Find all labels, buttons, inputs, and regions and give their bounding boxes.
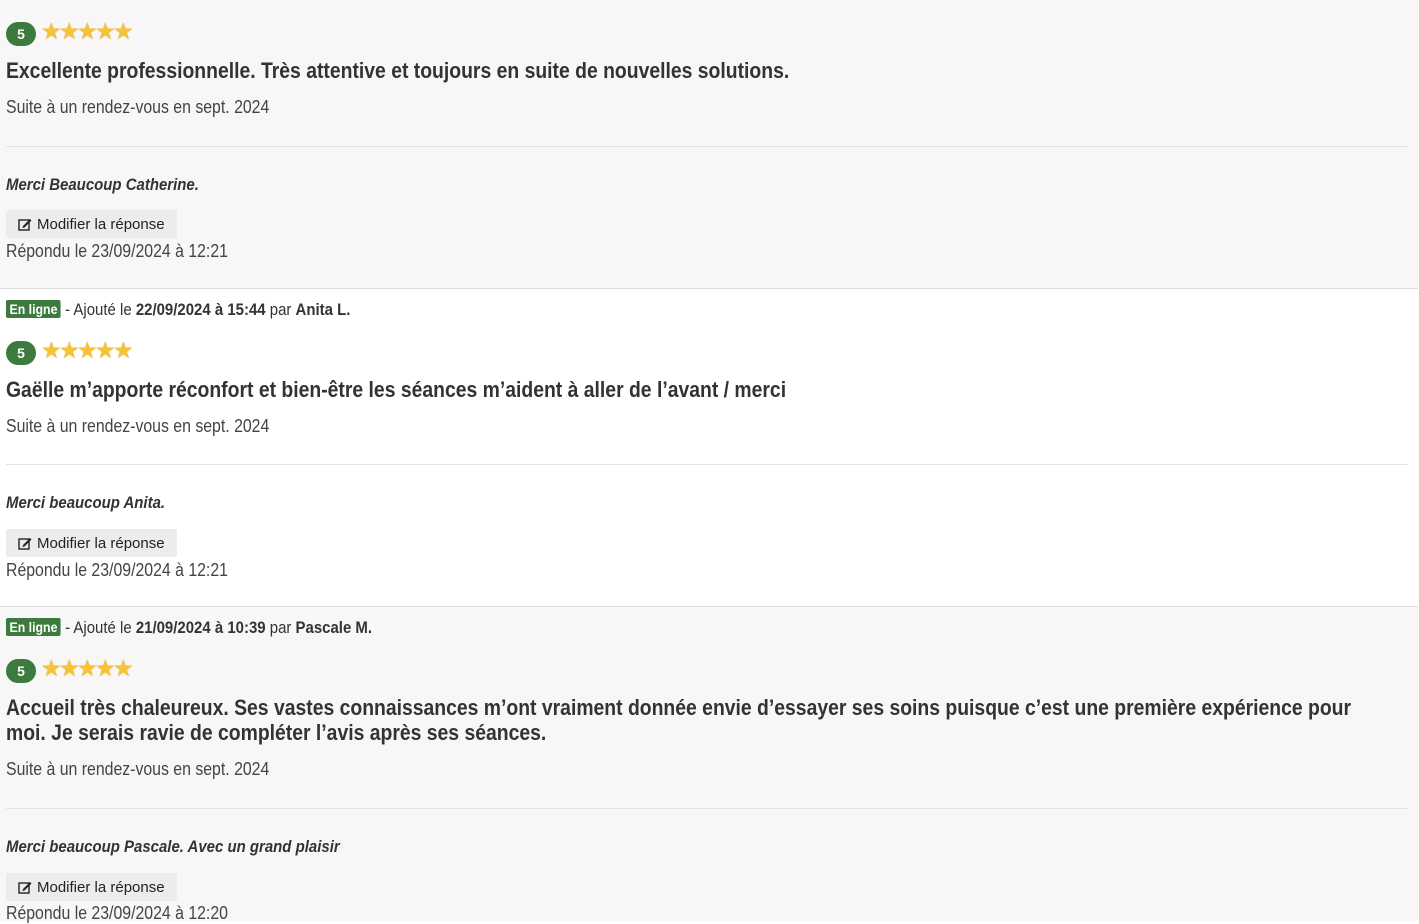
score-badge: 5	[6, 341, 36, 365]
visit-info: Suite à un rendez-vous en sept. 2024	[6, 416, 270, 436]
score-badge: 5	[6, 659, 36, 683]
edit-reply-label: Modifier la réponse	[37, 215, 165, 233]
review-card: En ligne - Ajouté le 22/09/2024 à 15:44 …	[0, 289, 1418, 607]
visit-info: Suite à un rendez-vous en sept. 2024	[6, 97, 270, 117]
review-author: Pascale M.	[295, 618, 373, 637]
edit-reply-button[interactable]: Modifier la réponse	[6, 529, 177, 557]
practitioner-reply: Merci beaucoup Anita.	[6, 493, 166, 512]
review-meta: En ligne - Ajouté le 22/09/2024 à 15:44 …	[6, 300, 350, 320]
star-icon: ★	[113, 18, 134, 44]
edit-reply-button[interactable]: Modifier la réponse	[6, 873, 177, 901]
star-icon: ★	[113, 337, 134, 363]
review-date: 22/09/2024 à 15:44	[135, 300, 266, 319]
practitioner-reply: Merci Beaucoup Catherine.	[6, 175, 199, 194]
review-card: En ligne - Ajouté le 21/09/2024 à 10:39 …	[0, 607, 1418, 923]
review-comment: Accueil très chaleureux. Ses vastes conn…	[6, 695, 1352, 745]
review-meta: En ligne - Ajouté le 21/09/2024 à 10:39 …	[6, 618, 372, 638]
review-comment: Excellente professionnelle. Très attenti…	[6, 58, 790, 83]
review-author: Anita L.	[295, 300, 351, 319]
practitioner-reply: Merci beaucoup Pascale. Avec un grand pl…	[6, 837, 340, 856]
reply-date: Répondu le 23/09/2024 à 12:21	[6, 241, 228, 261]
edit-reply-label: Modifier la réponse	[37, 534, 165, 552]
edit-reply-button[interactable]: Modifier la réponse	[6, 210, 177, 238]
edit-icon	[18, 538, 32, 550]
edit-reply-label: Modifier la réponse	[37, 878, 165, 896]
edit-icon	[18, 882, 32, 894]
visit-info: Suite à un rendez-vous en sept. 2024	[6, 759, 270, 779]
star-icon: ★	[113, 655, 134, 681]
review-date: 21/09/2024 à 10:39	[135, 618, 266, 637]
divider	[6, 146, 1408, 147]
edit-icon	[18, 219, 32, 231]
review-comment: Gaëlle m’apporte réconfort et bien-être …	[6, 377, 787, 402]
review-card: 5 ★ ★ ★ ★ ★ Excellente professionnelle. …	[0, 0, 1418, 289]
divider	[6, 464, 1408, 465]
status-badge: En ligne	[6, 618, 61, 636]
reply-date: Répondu le 23/09/2024 à 12:21	[6, 560, 228, 580]
divider	[6, 808, 1408, 809]
status-badge: En ligne	[6, 300, 61, 318]
score-badge: 5	[6, 22, 36, 46]
